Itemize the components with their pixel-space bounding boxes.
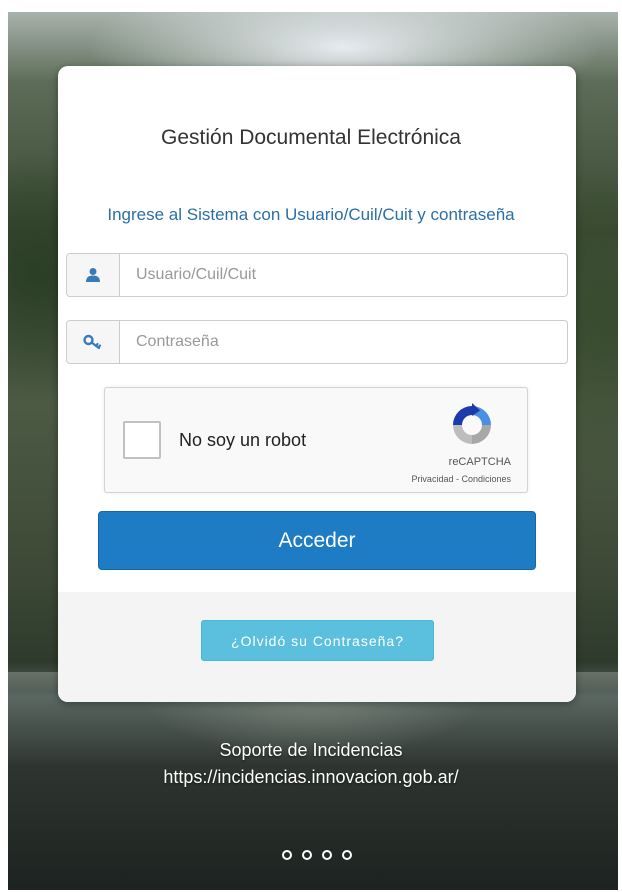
privacy-link[interactable]: Privacidad bbox=[411, 474, 453, 484]
page-title: Gestión Documental Electrónica bbox=[161, 126, 461, 149]
password-input[interactable] bbox=[120, 321, 567, 363]
username-input[interactable] bbox=[120, 254, 567, 296]
recaptcha-label: No soy un robot bbox=[179, 430, 307, 450]
recaptcha-brand: reCAPTCHA bbox=[448, 456, 511, 468]
login-instructions: Ingrese al Sistema con Usuario/Cuil/Cuit… bbox=[107, 205, 515, 224]
username-field[interactable] bbox=[66, 253, 568, 297]
recaptcha-checkbox[interactable] bbox=[123, 421, 161, 459]
support-title: Soporte de Incidencias bbox=[219, 740, 403, 760]
recaptcha-logo-icon bbox=[453, 403, 491, 444]
carousel-dot[interactable] bbox=[302, 850, 312, 860]
recaptcha-links: Privacidad - Condiciones bbox=[411, 474, 511, 484]
carousel-dot[interactable] bbox=[342, 850, 352, 860]
login-button[interactable]: Acceder bbox=[98, 511, 536, 570]
key-icon bbox=[67, 321, 120, 363]
password-field[interactable] bbox=[66, 320, 568, 364]
carousel-indicators bbox=[282, 850, 352, 860]
terms-link[interactable]: Condiciones bbox=[461, 474, 511, 484]
forgot-password-button[interactable]: ¿Olvidó su Contraseña? bbox=[201, 620, 434, 661]
recaptcha-widget: No soy un robot reCAPTCHA Privacidad - C… bbox=[104, 387, 528, 493]
carousel-dot[interactable] bbox=[322, 850, 332, 860]
login-card bbox=[58, 66, 576, 702]
carousel-dot[interactable] bbox=[282, 850, 292, 860]
user-icon bbox=[67, 254, 120, 296]
support-link[interactable]: https://incidencias.innovacion.gob.ar/ bbox=[0, 767, 622, 788]
